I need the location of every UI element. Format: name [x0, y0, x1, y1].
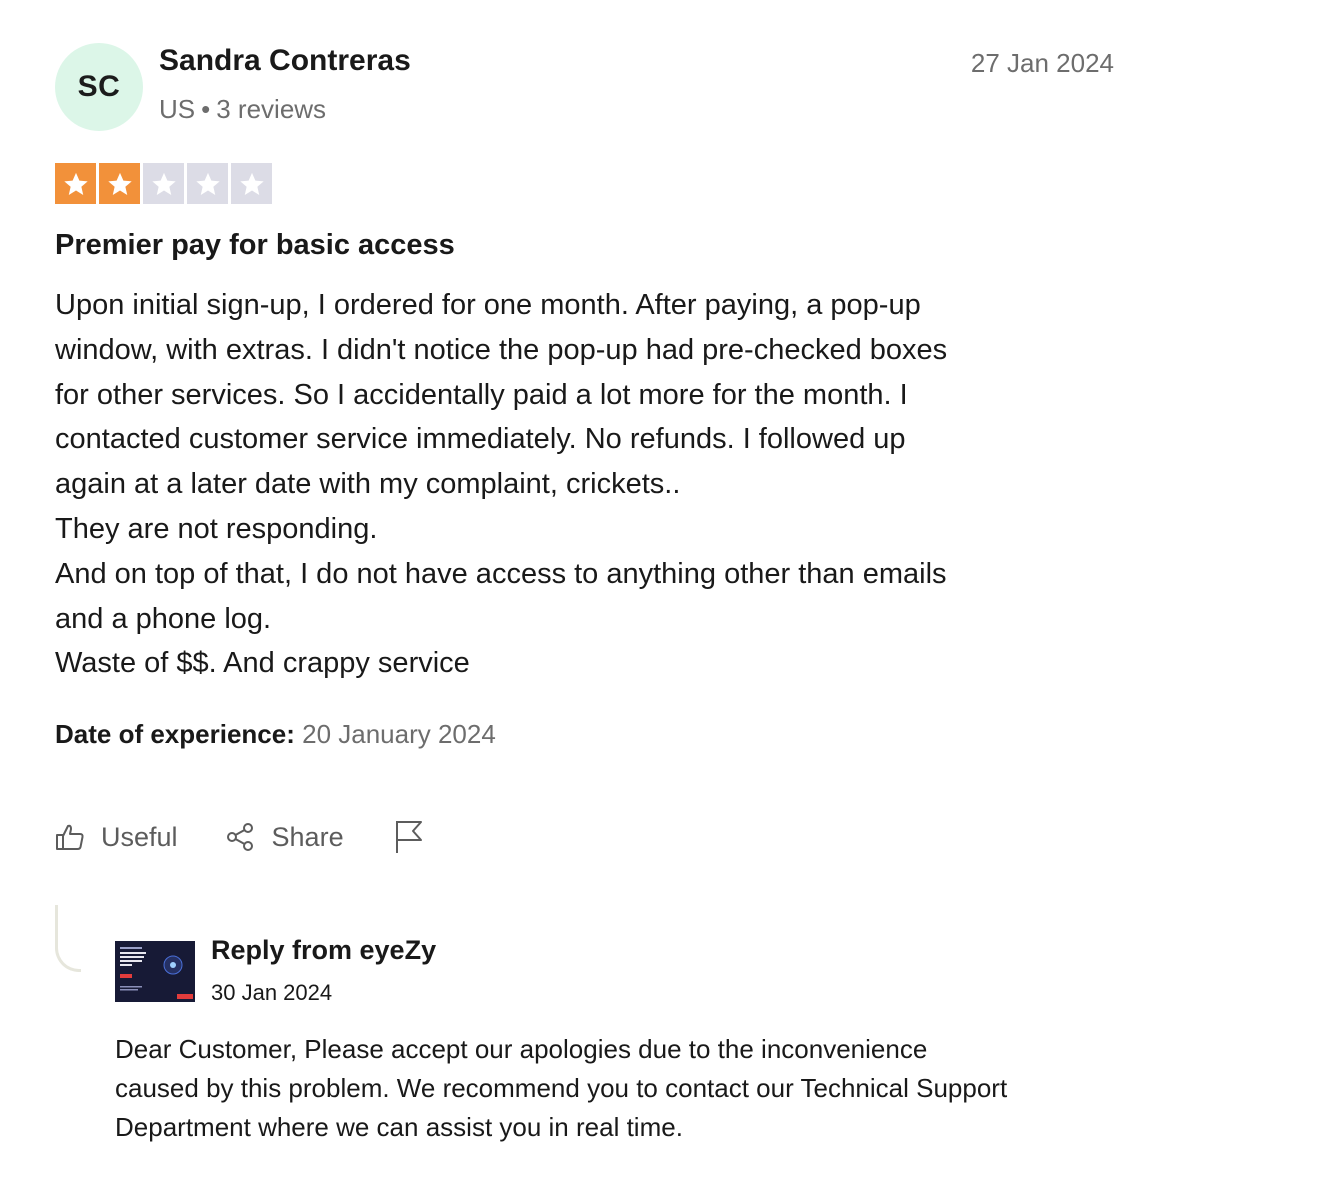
star-rating: [55, 163, 272, 204]
star-empty-icon: [187, 163, 228, 204]
avatar-initials: SC: [77, 70, 121, 103]
reviewer-country: US: [159, 94, 196, 124]
review-body-line: And on top of that, I do not have access…: [55, 557, 947, 590]
reply-body: Dear Customer, Please accept our apologi…: [115, 1030, 1007, 1147]
review-body-line: for other services. So I accidentally pa…: [55, 378, 908, 411]
reviewer-review-count: 3 reviews: [216, 94, 327, 124]
thumbs-up-icon: [55, 822, 85, 852]
review-body: Upon initial sign-up, I ordered for one …: [55, 283, 1115, 686]
experience-label: Date of experience:: [55, 719, 295, 749]
review-body-line: contacted customer service immediately. …: [55, 423, 906, 456]
reviewer-meta: US • 3 reviews: [159, 94, 326, 125]
meta-separator: •: [201, 94, 211, 124]
share-button[interactable]: Share: [226, 822, 344, 853]
reply-body-line: caused by this problem. We recommend you…: [115, 1073, 1008, 1103]
reply-body-line: Dear Customer, Please accept our apologi…: [115, 1034, 928, 1064]
reply-body-line: Department where we can assist you in re…: [115, 1112, 683, 1142]
report-button[interactable]: [394, 819, 424, 855]
review-body-line: again at a later date with my complaint,…: [55, 468, 681, 501]
star-empty-icon: [231, 163, 272, 204]
date-of-experience: Date of experience: 20 January 2024: [55, 719, 496, 750]
review-body-line: Waste of $$. And crappy service: [55, 647, 470, 680]
star-filled-icon: [55, 163, 96, 204]
experience-date: 20 January 2024: [302, 719, 496, 749]
reply-title: Reply from eyeZy: [211, 935, 437, 965]
share-icon: [226, 822, 256, 852]
useful-button[interactable]: Useful: [55, 822, 178, 853]
star-filled-icon: [99, 163, 140, 204]
flag-icon: [394, 819, 424, 855]
avatar[interactable]: SC: [55, 43, 143, 131]
company-logo: [115, 941, 195, 1002]
star-empty-icon: [143, 163, 184, 204]
reply-date: 30 Jan 2024: [211, 980, 333, 1005]
share-label: Share: [271, 821, 344, 852]
review-body-line: and a phone log.: [55, 602, 272, 635]
review-date: 27 Jan 2024: [970, 48, 1114, 78]
review-body-line: window, with extras. I didn't notice the…: [55, 333, 948, 366]
review-body-line: They are not responding.: [55, 512, 378, 545]
useful-label: Useful: [101, 821, 178, 852]
review-title[interactable]: Premier pay for basic access: [55, 229, 455, 262]
reviewer-name[interactable]: Sandra Contreras: [159, 44, 411, 78]
review-body-line: Upon initial sign-up, I ordered for one …: [55, 289, 921, 321]
reply-connector: [55, 905, 81, 972]
review-actions: Useful Share: [55, 812, 424, 862]
